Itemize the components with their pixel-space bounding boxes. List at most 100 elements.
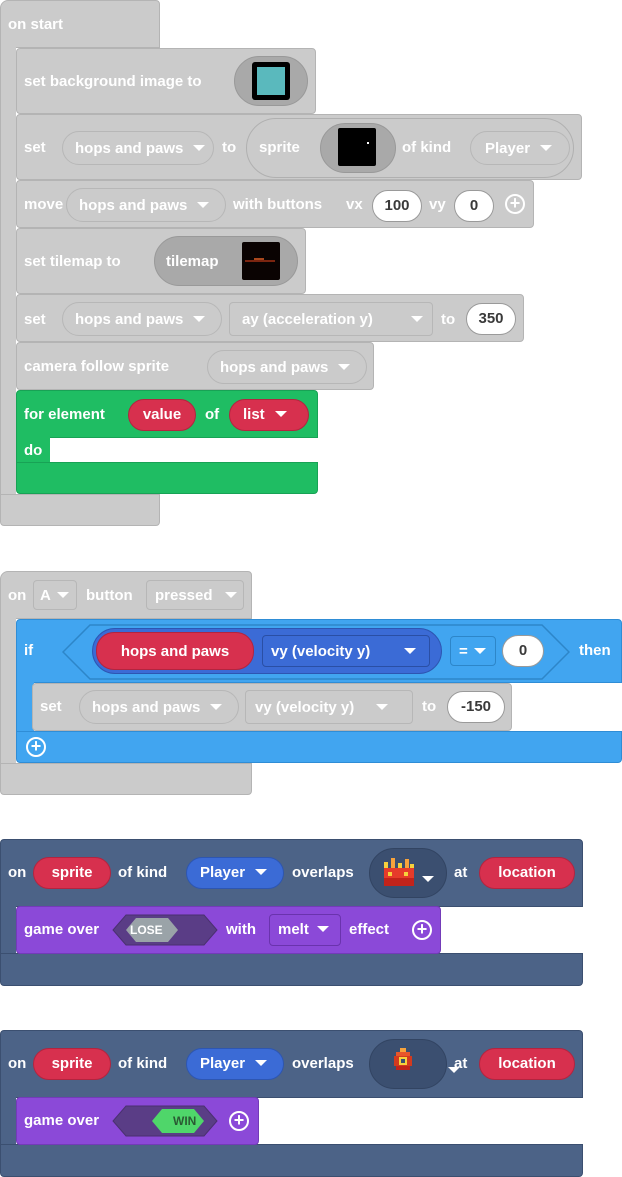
camera-variable-label: hops and paws	[220, 359, 329, 376]
chevron-down-icon	[193, 145, 206, 152]
teal-square-image-icon	[252, 62, 290, 100]
set-velocity-variable-dropdown[interactable]: hops and paws	[79, 690, 239, 724]
button-event-dropdown[interactable]: pressed	[146, 580, 244, 610]
overlap-win-location-variable[interactable]: location	[479, 1048, 575, 1080]
if-label: if	[24, 642, 34, 659]
list-variable-dropdown[interactable]: list	[229, 399, 309, 431]
comparison-value-input[interactable]: 0	[502, 635, 544, 667]
do-label: do	[24, 442, 43, 459]
vx-label: vx	[346, 196, 363, 213]
chevron-down-icon	[197, 202, 210, 209]
set-acceleration-set-label: set	[24, 311, 46, 328]
tilemap-image-icon	[242, 242, 280, 280]
with-label: with	[226, 921, 256, 938]
comparison-operator-dropdown[interactable]: =	[450, 636, 496, 666]
set-acceleration-variable-label: hops and paws	[75, 311, 184, 328]
game-over-win-label: game over	[24, 1112, 100, 1129]
chevron-down-icon	[224, 592, 237, 599]
loop-element-variable[interactable]: value	[128, 399, 196, 431]
overlap-lose-overlaps-label: overlaps	[292, 864, 354, 881]
of-kind-label: of kind	[402, 139, 452, 156]
overlap-win-kind-dropdown[interactable]: Player	[186, 1048, 284, 1080]
chevron-down-icon	[274, 411, 287, 418]
move-label: move	[24, 196, 64, 213]
with-buttons-label: with buttons	[233, 196, 323, 213]
chevron-down-icon	[410, 316, 423, 323]
chevron-down-icon	[56, 592, 69, 599]
of-label: of	[205, 406, 220, 423]
move-variable-dropdown[interactable]: hops and paws	[66, 188, 226, 222]
set-velocity-property-dropdown[interactable]: vy (velocity y)	[245, 690, 413, 724]
crown-fire-tile-icon	[384, 858, 414, 886]
create-sprite-label: sprite	[259, 139, 300, 156]
button-dropdown[interactable]: A	[33, 580, 77, 610]
lose-result-hexagon[interactable]	[112, 914, 218, 946]
chevron-down-icon	[193, 316, 206, 323]
overlap-lose-of-kind-label: of kind	[118, 864, 168, 881]
set-sprite-variable-label: hops and paws	[75, 140, 184, 157]
chevron-down-icon	[316, 926, 329, 933]
set-sprite-variable-dropdown[interactable]: hops and paws	[62, 131, 214, 165]
chevron-down-icon	[255, 1060, 268, 1067]
set-velocity-to-label: to	[422, 698, 437, 715]
then-label: then	[579, 642, 611, 659]
for-element-label: for element	[24, 406, 105, 423]
set-sprite-set-label: set	[24, 139, 46, 156]
on-start-rail	[0, 40, 16, 510]
set-acceleration-to-label: to	[441, 311, 456, 328]
sprite-kind-label: Player	[485, 140, 531, 157]
acceleration-property-label: ay (acceleration y)	[242, 311, 373, 328]
game-over-lose-label: game over	[24, 921, 100, 938]
on-start-foot	[0, 494, 160, 526]
on-label: on	[8, 587, 27, 604]
win-result-label: WIN	[173, 1114, 197, 1128]
add-parameter-icon[interactable]: +	[505, 194, 525, 214]
chevron-down-icon	[422, 875, 434, 882]
effect-dropdown[interactable]: melt	[269, 914, 341, 946]
overlap-win-on-label: on	[8, 1055, 27, 1072]
win-result-hexagon[interactable]	[112, 1105, 218, 1137]
add-parameter-icon[interactable]: +	[229, 1111, 249, 1131]
set-background-label: set background image to	[24, 73, 202, 90]
vx-input[interactable]: 100	[372, 190, 422, 222]
lose-result-label: LOSE	[130, 923, 163, 937]
overlap-win-sprite-variable[interactable]: sprite	[33, 1048, 111, 1080]
condition-property-dropdown[interactable]: vy (velocity y)	[262, 635, 430, 667]
move-variable-label: hops and paws	[79, 197, 188, 214]
sprite-kind-dropdown[interactable]: Player	[470, 131, 570, 165]
overlap-win-overlaps-label: overlaps	[292, 1055, 354, 1072]
black-sprite-image-icon	[338, 128, 376, 166]
add-else-icon[interactable]: +	[26, 737, 46, 757]
chevron-down-icon	[404, 648, 417, 655]
do-slot[interactable]	[50, 440, 96, 462]
acceleration-value-input[interactable]: 350	[466, 303, 516, 335]
add-parameter-icon[interactable]: +	[412, 920, 432, 940]
vy-input[interactable]: 0	[454, 190, 494, 222]
chevron-down-icon	[255, 869, 268, 876]
effect-label: effect	[349, 921, 390, 938]
condition-sprite-variable[interactable]: hops and paws	[96, 632, 254, 670]
vy-label: vy	[429, 196, 446, 213]
on-start-label: on start	[8, 16, 64, 33]
camera-variable-dropdown[interactable]: hops and paws	[207, 350, 367, 384]
overlap-lose-on-label: on	[8, 864, 27, 881]
set-acceleration-variable-dropdown[interactable]: hops and paws	[62, 302, 222, 336]
chevron-down-icon	[540, 145, 553, 152]
velocity-value-input[interactable]: -150	[447, 691, 505, 723]
overlap-win-of-kind-label: of kind	[118, 1055, 168, 1072]
set-sprite-to-label: to	[222, 139, 237, 156]
chevron-down-icon	[376, 704, 389, 711]
overlap-lose-sprite-variable[interactable]: sprite	[33, 857, 111, 889]
overlap-win-at-label: at	[454, 1055, 468, 1072]
button-label: button	[86, 587, 133, 604]
overlap-lose-kind-dropdown[interactable]: Player	[186, 857, 284, 889]
set-tilemap-label: set tilemap to	[24, 253, 121, 270]
chevron-down-icon	[338, 364, 351, 371]
overlap-lose-at-label: at	[454, 864, 468, 881]
fire-gem-tile-icon	[394, 1048, 412, 1070]
chevron-down-icon	[473, 648, 486, 655]
acceleration-property-dropdown[interactable]: ay (acceleration y)	[229, 302, 433, 336]
camera-follow-label: camera follow sprite	[24, 358, 170, 375]
overlap-lose-location-variable[interactable]: location	[479, 857, 575, 889]
chevron-down-icon	[210, 704, 223, 711]
